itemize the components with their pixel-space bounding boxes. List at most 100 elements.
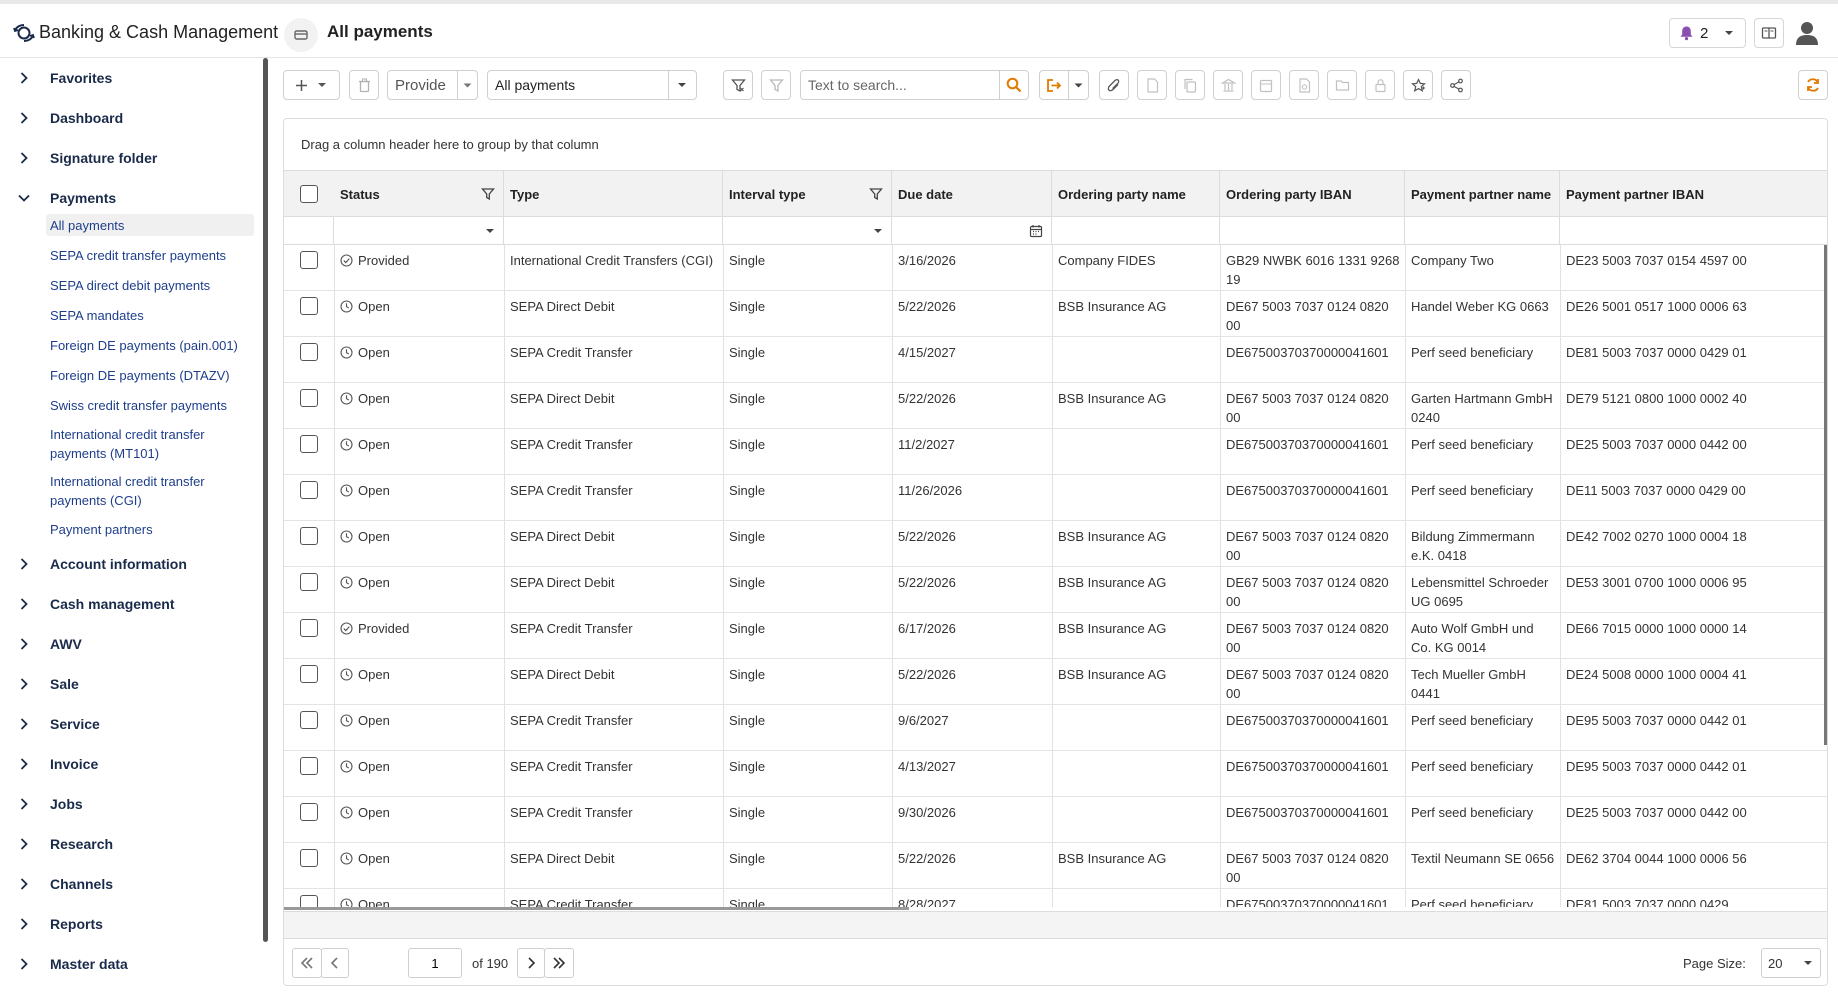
sidebar-scrollbar[interactable] bbox=[263, 58, 268, 942]
sidebar-item-international-credit-transfer-payments-mt101[interactable]: International credit transfer payments (… bbox=[46, 424, 254, 464]
refresh-document-button[interactable] bbox=[1289, 70, 1319, 100]
table-row[interactable]: Open SEPA Direct Debit Single 5/22/2026 BSB … bbox=[284, 521, 1827, 567]
column-header-due-date[interactable]: Due date bbox=[892, 171, 1052, 217]
row-checkbox[interactable] bbox=[300, 711, 318, 729]
sidebar-group-dashboard[interactable]: Dashboard bbox=[0, 98, 260, 138]
row-checkbox[interactable] bbox=[300, 527, 318, 545]
sidebar-item-payment-partners[interactable]: Payment partners bbox=[46, 518, 254, 540]
column-filter-icon[interactable] bbox=[869, 187, 883, 201]
table-row[interactable]: Open SEPA Direct Debit Single 5/22/2026 BSB … bbox=[284, 291, 1827, 337]
group-by-panel[interactable]: Drag a column header here to group by th… bbox=[284, 119, 1827, 171]
row-checkbox[interactable] bbox=[300, 481, 318, 499]
row-checkbox[interactable] bbox=[300, 665, 318, 683]
table-row[interactable]: Open SEPA Direct Debit Single 5/22/2026 BSB … bbox=[284, 383, 1827, 429]
sidebar-item-international-credit-transfer-payments-cgi[interactable]: International credit transfer payments (… bbox=[46, 471, 254, 511]
filter-cell-interval-type[interactable] bbox=[723, 217, 892, 245]
folder-button[interactable] bbox=[1327, 70, 1357, 100]
table-row[interactable]: Open SEPA Credit Transfer Single 11/26/2026… bbox=[284, 475, 1827, 521]
table-row[interactable]: Provided SEPA Credit Transfer Single 6/17/2… bbox=[284, 613, 1827, 659]
filter-button[interactable] bbox=[723, 70, 753, 100]
table-row[interactable]: Provided International Credit Transfers (… bbox=[284, 245, 1827, 291]
table-row[interactable]: Open SEPA Direct Debit Single 5/22/2026 BSB … bbox=[284, 659, 1827, 705]
calendar-icon[interactable] bbox=[1029, 224, 1043, 238]
filter-cell-ordering-party-iban[interactable] bbox=[1220, 217, 1405, 245]
document-button[interactable] bbox=[1137, 70, 1167, 100]
table-row[interactable]: Open SEPA Credit Transfer Single 8/28/2027 D… bbox=[284, 889, 1827, 907]
sidebar-item-sepa-mandates[interactable]: SEPA mandates bbox=[46, 304, 254, 326]
row-checkbox[interactable] bbox=[300, 757, 318, 775]
sidebar-item-swiss-credit-transfer-payments[interactable]: Swiss credit transfer payments bbox=[46, 394, 254, 416]
row-checkbox[interactable] bbox=[300, 389, 318, 407]
column-header-interval-type[interactable]: Interval type bbox=[723, 171, 892, 217]
last-page-button[interactable] bbox=[544, 948, 574, 978]
sidebar-item-sepa-credit-transfer-payments[interactable]: SEPA credit transfer payments bbox=[46, 244, 254, 266]
user-avatar-icon[interactable] bbox=[1794, 20, 1820, 46]
column-header-payment-partner-iban[interactable]: Payment partner IBAN bbox=[1560, 171, 1827, 217]
sidebar-group-sale[interactable]: Sale bbox=[0, 664, 260, 704]
delete-button[interactable] bbox=[349, 70, 379, 100]
column-header-status[interactable]: Status bbox=[334, 171, 504, 217]
copy-button[interactable] bbox=[1175, 70, 1205, 100]
column-filter-icon[interactable] bbox=[481, 187, 495, 201]
sidebar-group-payments[interactable]: Payments bbox=[0, 178, 260, 218]
next-page-button[interactable] bbox=[517, 948, 545, 978]
filter-cell-type[interactable] bbox=[504, 217, 723, 245]
table-row[interactable]: Open SEPA Credit Transfer Single 9/30/2026 D… bbox=[284, 797, 1827, 843]
filter-cell-due-date[interactable] bbox=[892, 217, 1052, 245]
export-dropdown[interactable] bbox=[1068, 70, 1089, 100]
view-select[interactable]: All payments bbox=[487, 70, 697, 100]
favorite-button[interactable] bbox=[1403, 70, 1433, 100]
sidebar-group-channels[interactable]: Channels bbox=[0, 864, 260, 904]
column-header-type[interactable]: Type bbox=[504, 171, 723, 217]
sidebar-item-all-payments[interactable]: All payments bbox=[46, 214, 254, 236]
sidebar-group-service[interactable]: Service bbox=[0, 704, 260, 744]
column-header-ordering-party-name[interactable]: Ordering party name bbox=[1052, 171, 1220, 217]
clear-filter-button[interactable] bbox=[761, 70, 791, 100]
export-button[interactable] bbox=[1039, 70, 1069, 100]
row-checkbox[interactable] bbox=[300, 297, 318, 315]
grid-vertical-scrollbar[interactable] bbox=[1824, 245, 1827, 745]
table-row[interactable]: Open SEPA Credit Transfer Single 4/13/2027 D… bbox=[284, 751, 1827, 797]
row-checkbox[interactable] bbox=[300, 849, 318, 867]
previous-page-button[interactable] bbox=[321, 948, 349, 978]
lock-button[interactable] bbox=[1365, 70, 1395, 100]
first-page-button[interactable] bbox=[292, 948, 322, 978]
sidebar-group-jobs[interactable]: Jobs bbox=[0, 784, 260, 824]
column-header-ordering-party-iban[interactable]: Ordering party IBAN bbox=[1220, 171, 1405, 217]
provide-dropdown[interactable] bbox=[457, 70, 478, 100]
row-checkbox[interactable] bbox=[300, 619, 318, 637]
row-checkbox[interactable] bbox=[300, 343, 318, 361]
select-all-checkbox[interactable] bbox=[300, 185, 318, 203]
calendar-button[interactable] bbox=[1251, 70, 1281, 100]
sidebar-group-research[interactable]: Research bbox=[0, 824, 260, 864]
bank-button[interactable] bbox=[1213, 70, 1243, 100]
row-checkbox[interactable] bbox=[300, 435, 318, 453]
sidebar-group-account-information[interactable]: Account information bbox=[0, 544, 260, 584]
row-checkbox[interactable] bbox=[300, 573, 318, 591]
sidebar-group-reports[interactable]: Reports bbox=[0, 904, 260, 944]
filter-cell-payment-partner-iban[interactable] bbox=[1560, 217, 1827, 245]
sidebar-group-master-data[interactable]: Master data bbox=[0, 944, 260, 984]
column-header-payment-partner-name[interactable]: Payment partner name bbox=[1405, 171, 1560, 217]
add-button[interactable] bbox=[283, 70, 340, 100]
sidebar-group-signature-folder[interactable]: Signature folder bbox=[0, 138, 260, 178]
sidebar-item-sepa-direct-debit-payments[interactable]: SEPA direct debit payments bbox=[46, 274, 254, 296]
sidebar-group-favorites[interactable]: Favorites bbox=[0, 58, 260, 98]
table-row[interactable]: Open SEPA Credit Transfer Single 4/15/2027 D… bbox=[284, 337, 1827, 383]
notifications-button[interactable]: 2 bbox=[1669, 18, 1746, 48]
sidebar-group-awv[interactable]: AWV bbox=[0, 624, 260, 664]
attachment-button[interactable] bbox=[1099, 70, 1129, 100]
table-row[interactable]: Open SEPA Direct Debit Single 5/22/2026 BSB … bbox=[284, 843, 1827, 889]
row-checkbox[interactable] bbox=[300, 895, 318, 907]
provide-button[interactable]: Provide bbox=[387, 70, 458, 100]
page-number-input[interactable] bbox=[408, 948, 462, 978]
search-button[interactable] bbox=[999, 70, 1029, 100]
sidebar-item-foreign-de-payments-pain-001[interactable]: Foreign DE payments (pain.001) bbox=[46, 334, 254, 356]
refresh-button[interactable] bbox=[1798, 70, 1828, 100]
page-size-select[interactable]: 20 bbox=[1761, 948, 1821, 978]
table-row[interactable]: Open SEPA Credit Transfer Single 11/2/2027 D… bbox=[284, 429, 1827, 475]
filter-cell-ordering-party-name[interactable] bbox=[1052, 217, 1220, 245]
filter-cell-status[interactable] bbox=[334, 217, 504, 245]
share-button[interactable] bbox=[1441, 70, 1471, 100]
row-checkbox[interactable] bbox=[300, 803, 318, 821]
